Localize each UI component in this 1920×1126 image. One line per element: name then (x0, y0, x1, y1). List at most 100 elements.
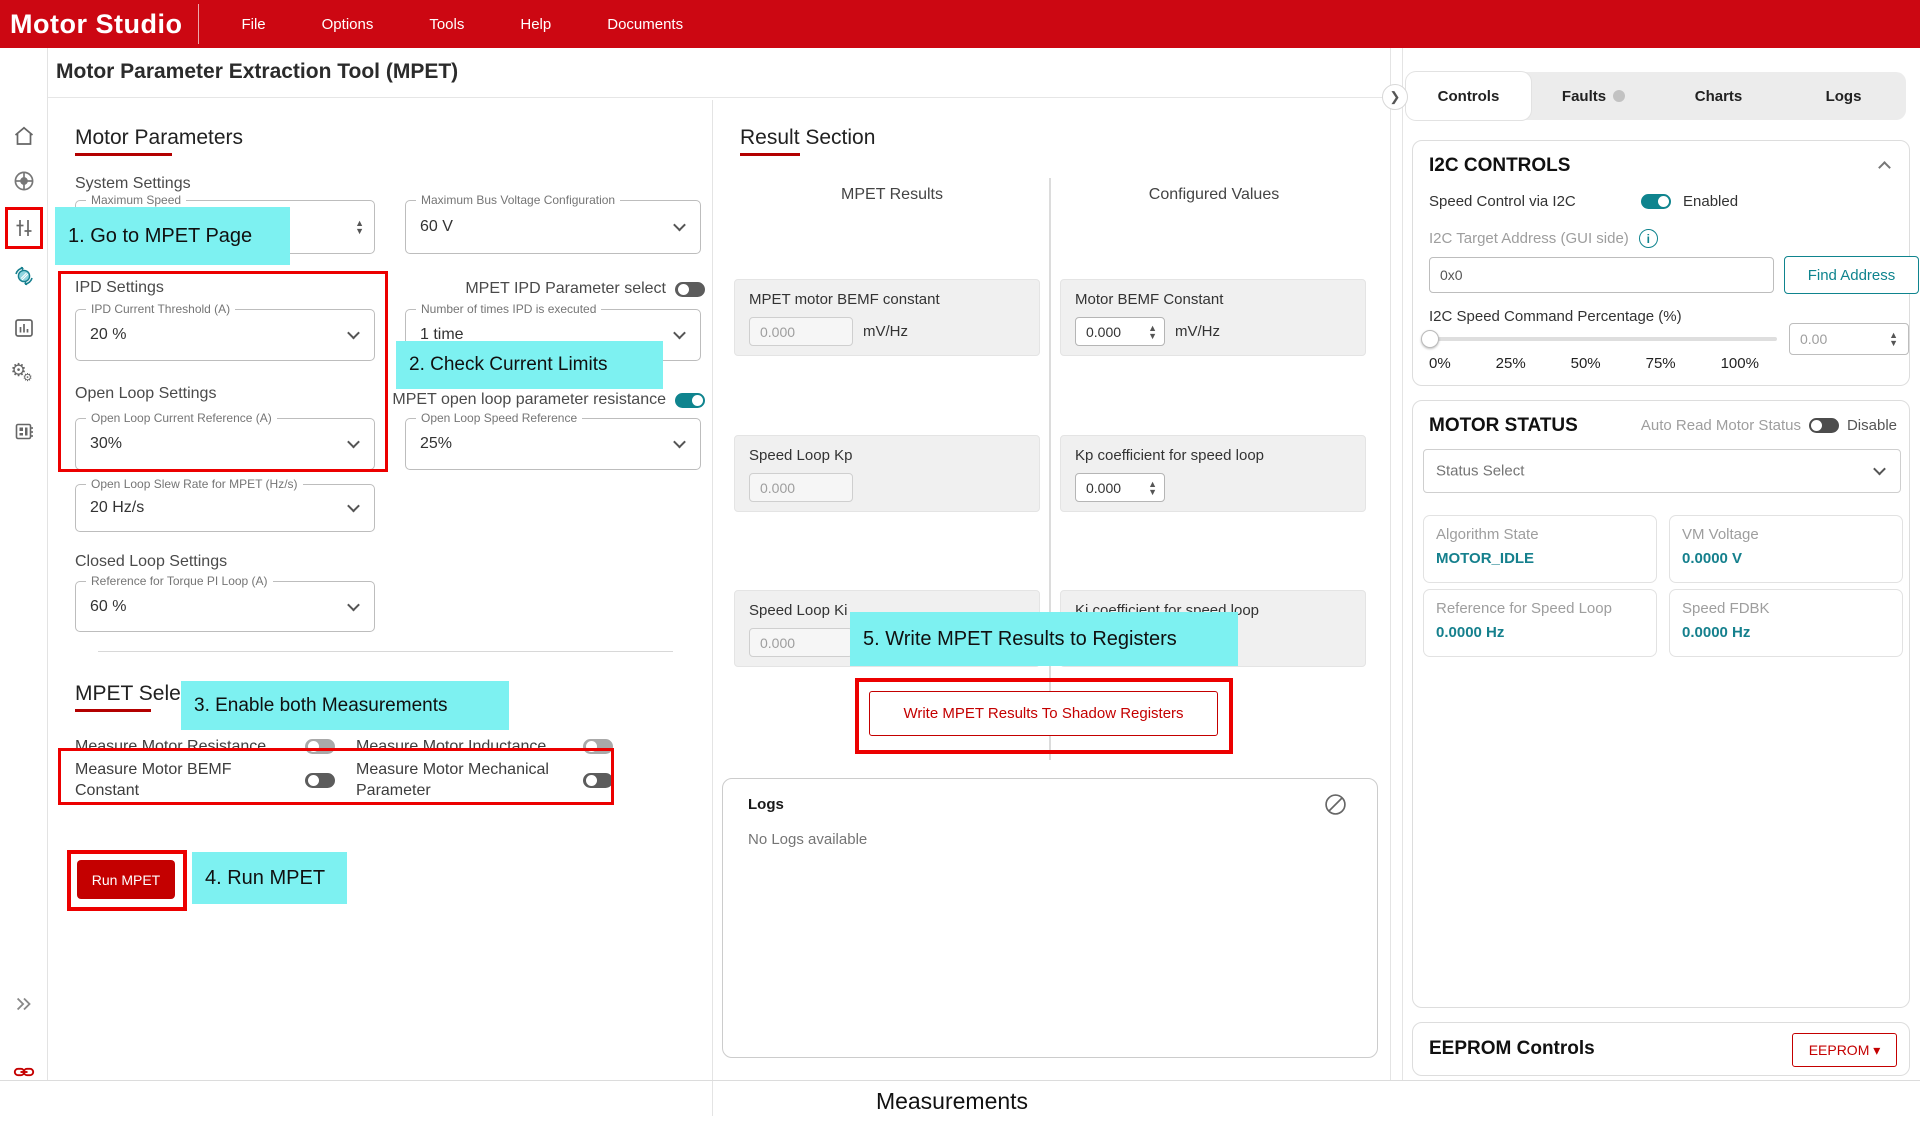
torque-pi-select[interactable]: Reference for Torque PI Loop (A) 60 % (75, 581, 375, 632)
link-chain-icon[interactable] (12, 1060, 36, 1089)
mpet-page-icon[interactable] (12, 264, 36, 293)
speed-control-toggle[interactable] (1641, 194, 1671, 209)
eeprom-controls-title: EEPROM Controls (1429, 1038, 1595, 1060)
bus-voltage-select[interactable]: Maximum Bus Voltage Configuration 60 V (405, 200, 701, 254)
speed-pct-input-box: ▲▼ (1789, 323, 1909, 355)
tab-controls[interactable]: Controls (1406, 72, 1531, 120)
main-content: Motor Parameter Extraction Tool (MPET) M… (48, 48, 1390, 1080)
settings-gears-icon[interactable]: ⚙⚙ (10, 360, 36, 381)
number-spinner[interactable]: ▲▼ (1148, 480, 1157, 496)
config-kp-input[interactable] (1076, 474, 1134, 501)
status-card-vm-voltage: VM Voltage 0.0000 V (1669, 515, 1903, 583)
callout-step5: 5. Write MPET Results to Registers (850, 612, 1238, 666)
open-loop-slew-select[interactable]: Open Loop Slew Rate for MPET (Hz/s) 20 H… (75, 484, 375, 532)
chevron-down-icon (347, 327, 360, 340)
ipd-current-threshold-select[interactable]: IPD Current Threshold (A) 20 % (75, 309, 375, 361)
speed-loop-kp-input (749, 473, 853, 502)
callout-step2: 2. Check Current Limits (396, 341, 663, 389)
speed-control-state: Enabled (1683, 193, 1738, 210)
clear-logs-icon[interactable] (1324, 793, 1347, 821)
menu-file[interactable]: File (241, 16, 265, 33)
tab-faults[interactable]: Faults (1531, 72, 1656, 120)
motor-status-card: MOTOR STATUS Auto Read Motor Status Disa… (1412, 400, 1910, 1008)
speed-pct-slider-knob[interactable] (1421, 330, 1439, 348)
menu-tools[interactable]: Tools (429, 16, 464, 33)
open-loop-settings-label: Open Loop Settings (75, 385, 216, 403)
mpet-ipd-param-select-row: MPET IPD Parameter select (405, 280, 705, 298)
measure-bemf-toggle[interactable] (305, 773, 335, 788)
charts-board-icon[interactable] (12, 316, 36, 345)
menu-options[interactable]: Options (322, 16, 374, 33)
info-icon[interactable]: i (1639, 229, 1658, 248)
motor-studio-app: Motor Studio File Options Tools Help Doc… (0, 0, 1920, 1126)
config-card-kp: Kp coefficient for speed loop ▲▼ (1060, 435, 1366, 512)
motor-parameters-underline (75, 153, 172, 156)
collapse-panel-button[interactable]: ❯ (1382, 84, 1408, 110)
chevron-down-icon (1873, 463, 1886, 476)
write-shadow-registers-button[interactable]: Write MPET Results To Shadow Registers (869, 691, 1218, 736)
target-address-label: I2C Target Address (GUI side) (1429, 230, 1629, 247)
menu-help[interactable]: Help (520, 16, 551, 33)
maximum-speed-spinner[interactable]: ▲▼ (355, 219, 364, 235)
motor-parameters-heading: Motor Parameters (75, 126, 243, 150)
target-address-row: I2C Target Address (GUI side) i (1429, 229, 1658, 248)
tab-logs[interactable]: Logs (1781, 72, 1906, 120)
auto-read-row: Auto Read Motor Status Disable (1641, 417, 1897, 434)
tab-charts[interactable]: Charts (1656, 72, 1781, 120)
status-select-dropdown[interactable]: Status Select (1423, 449, 1901, 493)
logs-title: Logs (748, 796, 784, 813)
collapse-section-icon[interactable] (1878, 161, 1891, 174)
measure-bemf-item: Measure Motor BEMF Constant (75, 756, 335, 804)
eeprom-dropdown-button[interactable]: EEPROM ▾ (1792, 1033, 1897, 1067)
menu-documents[interactable]: Documents (607, 16, 683, 33)
main-menu: File Options Tools Help Documents (241, 16, 683, 33)
logo-separator (198, 4, 199, 44)
logs-empty-text: No Logs available (748, 831, 867, 848)
i2c-controls-card: I2C CONTROLS Speed Control via I2C Enabl… (1412, 140, 1910, 386)
page-title: Motor Parameter Extraction Tool (MPET) (56, 60, 458, 84)
faults-status-dot (1613, 90, 1625, 102)
tune-sliders-icon[interactable] (12, 216, 36, 245)
run-mpet-button[interactable]: Run MPET (77, 860, 175, 899)
chevron-down-icon (673, 219, 686, 232)
top-bar: Motor Studio File Options Tools Help Doc… (0, 0, 1920, 48)
speed-pct-input[interactable] (1790, 324, 1880, 354)
eeprom-controls-card: EEPROM Controls EEPROM ▾ (1412, 1022, 1910, 1076)
system-settings-label: System Settings (75, 175, 191, 193)
mpet-ipd-param-select-toggle[interactable] (675, 282, 705, 297)
chevron-down-icon (673, 327, 686, 340)
auto-read-state: Disable (1847, 417, 1897, 434)
right-panel-tabs: Controls Faults Charts Logs (1406, 72, 1906, 120)
measure-mechanical-toggle[interactable] (583, 773, 613, 788)
status-card-speed-ref: Reference for Speed Loop 0.0000 Hz (1423, 589, 1657, 657)
configured-values-column-header: Configured Values (1060, 186, 1368, 204)
number-spinner[interactable]: ▲▼ (1889, 331, 1898, 347)
i2c-address-input[interactable] (1430, 258, 1745, 292)
chevron-down-icon (347, 436, 360, 449)
home-icon[interactable] (12, 124, 36, 153)
result-card-bemf: MPET motor BEMF constant mV/Hz (734, 279, 1040, 356)
config-bemf-input[interactable] (1076, 318, 1134, 345)
measure-resistance-toggle[interactable] (305, 739, 335, 754)
motor-status-title: MOTOR STATUS (1429, 415, 1578, 437)
expand-sidebar-icon[interactable] (13, 993, 35, 1020)
chip-registers-icon[interactable] (12, 420, 36, 449)
open-loop-current-select[interactable]: Open Loop Current Reference (A) 30% (75, 418, 375, 470)
status-card-algorithm-state: Algorithm State MOTOR_IDLE (1423, 515, 1657, 583)
measure-inductance-toggle[interactable] (583, 739, 613, 754)
callout-step4: 4. Run MPET (192, 852, 347, 904)
chevron-down-icon (673, 436, 686, 449)
main-right-edge (1390, 48, 1391, 1080)
measure-mechanical-item: Measure Motor Mechanical Parameter (356, 756, 613, 804)
logs-panel: Logs No Logs available (722, 778, 1378, 1058)
open-loop-speed-select[interactable]: Open Loop Speed Reference 25% (405, 418, 701, 470)
app-bottom-edge (0, 1080, 1920, 1081)
speed-pct-slider-track[interactable] (1429, 337, 1777, 341)
speed-loop-ki-input (749, 628, 853, 657)
auto-read-toggle[interactable] (1809, 418, 1839, 433)
open-loop-resistance-toggle[interactable] (675, 393, 705, 408)
number-spinner[interactable]: ▲▼ (1148, 324, 1157, 340)
find-address-button[interactable]: Find Address (1784, 256, 1919, 294)
mpet-selection-underline (75, 709, 151, 712)
motor-wheel-icon[interactable] (12, 169, 36, 198)
